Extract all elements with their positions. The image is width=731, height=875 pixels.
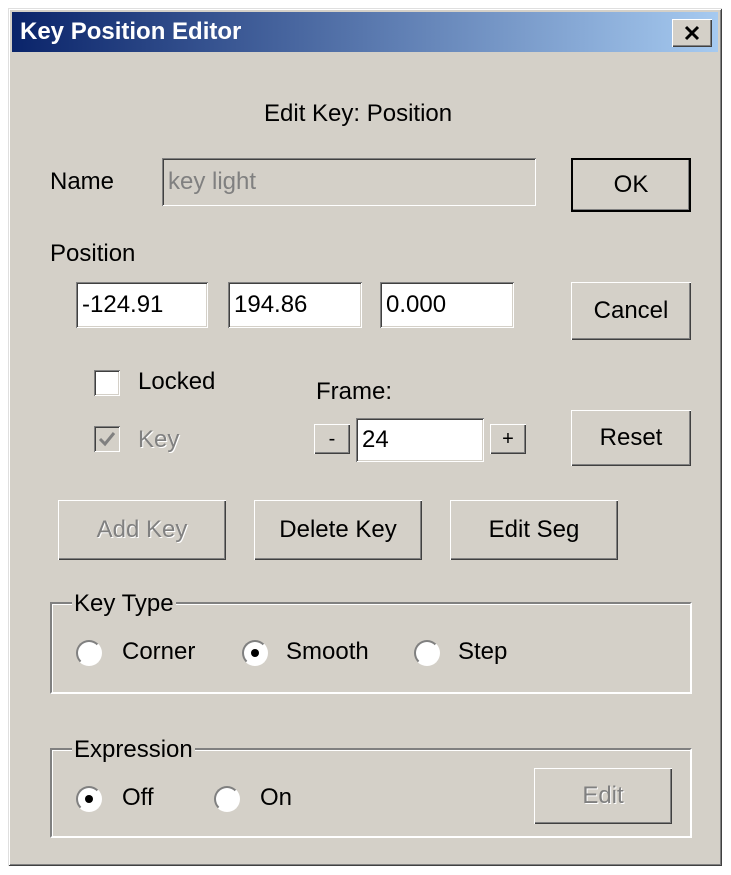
position-label: Position	[50, 240, 136, 267]
edit-key-heading: Edit Key: Position	[264, 100, 453, 127]
expression-title: Expression	[72, 736, 195, 764]
radio-selected-dot	[85, 795, 93, 803]
cancel-button[interactable]: Cancel	[571, 282, 691, 340]
close-icon	[684, 25, 700, 41]
step-label: Step	[458, 638, 508, 665]
position-z-field[interactable]	[380, 282, 514, 328]
position-x-input[interactable]	[76, 282, 208, 328]
on-radio[interactable]	[214, 786, 240, 812]
edit-seg-button[interactable]: Edit Seg	[450, 500, 618, 560]
position-y-input[interactable]	[228, 282, 362, 328]
step-radio[interactable]	[414, 640, 440, 666]
radio-selected-dot	[251, 649, 259, 657]
smooth-label: Smooth	[286, 638, 369, 665]
position-z-input[interactable]	[380, 282, 514, 328]
key-type-title: Key Type	[72, 590, 176, 618]
position-y-field[interactable]	[228, 282, 362, 328]
reset-button[interactable]: Reset	[571, 410, 691, 466]
off-radio[interactable]	[76, 786, 102, 812]
key-label: Key	[138, 426, 180, 453]
add-key-button[interactable]: Add Key	[58, 500, 226, 560]
edit-expression-button[interactable]: Edit	[534, 768, 672, 824]
name-label: Name	[50, 168, 115, 195]
locked-checkbox[interactable]	[94, 370, 120, 396]
off-label: Off	[122, 784, 154, 811]
close-button[interactable]	[672, 19, 712, 47]
frame-decrement-button[interactable]: -	[314, 424, 350, 454]
name-input[interactable]	[162, 158, 536, 206]
key-checkbox[interactable]	[94, 426, 120, 452]
window-title: Key Position Editor	[20, 18, 242, 45]
frame-increment-button[interactable]: +	[490, 424, 526, 454]
delete-key-button[interactable]: Delete Key	[254, 500, 422, 560]
on-label: On	[260, 784, 293, 811]
name-field[interactable]	[162, 158, 536, 206]
corner-label: Corner	[122, 638, 196, 665]
ok-button[interactable]: OK	[571, 158, 691, 212]
smooth-radio[interactable]	[242, 640, 268, 666]
frame-field[interactable]	[356, 418, 484, 462]
locked-label: Locked	[138, 368, 216, 395]
corner-radio[interactable]	[76, 640, 102, 666]
frame-input[interactable]	[356, 418, 484, 462]
frame-label: Frame:	[316, 378, 393, 405]
checkmark-icon	[98, 432, 116, 447]
position-x-field[interactable]	[76, 282, 208, 328]
